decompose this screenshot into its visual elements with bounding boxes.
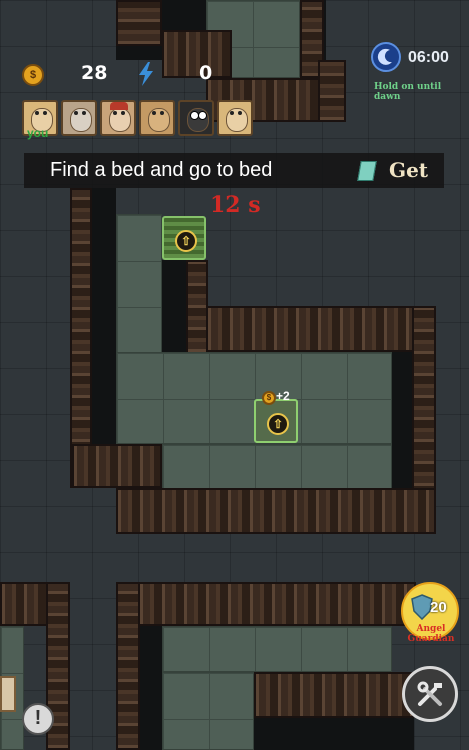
void-area [162,260,188,354]
wall [116,582,140,750]
bed-bonus: +2 [276,389,290,403]
wall [254,672,414,718]
wall [162,30,232,78]
night-timer: 06:00 [408,49,449,66]
coin-icon: $ [262,391,276,405]
coin-count: 28 [81,62,108,84]
player-avatar[interactable] [61,100,97,136]
angel-guardian-label: Angel Guardian [407,624,455,644]
bed-object[interactable] [0,676,16,712]
energy-count: 0 [199,62,213,84]
get-reward-button[interactable]: Get [389,158,428,182]
dollar-coin-icon: $ [22,64,44,86]
player-avatar[interactable] [178,100,214,136]
task-text: Find a bed and go to bed [50,159,273,181]
door-upgrade[interactable]: ⇧ [162,216,206,260]
void-area [90,188,116,448]
wall [116,488,436,534]
floor-area [162,672,254,750]
player-avatar[interactable] [100,100,136,136]
void-area [140,626,162,750]
dawn-hint: Hold on until dawn [374,82,442,102]
alert-icon: ! [34,707,42,729]
player-avatar[interactable] [139,100,175,136]
void-area [254,718,414,750]
tools-icon [417,681,442,706]
floor-area [162,626,392,672]
wall [318,60,346,122]
task-banner[interactable]: Find a bed and go to bed Get [24,153,444,188]
upgrade-arrow-icon: ⇧ [267,413,289,435]
floor-area [116,214,162,354]
wall [186,260,208,354]
task-countdown: 12 s [210,192,261,218]
void-area [392,352,414,490]
wall [206,306,436,352]
wall [116,0,162,46]
floor-area [162,444,392,490]
wall [116,582,416,626]
wall [72,444,162,488]
moon-clock-icon [371,42,401,72]
lightning-icon [139,62,153,86]
self-player-label: you [27,126,49,140]
wall [70,188,92,488]
bed-tile[interactable]: ⇧ [254,399,298,443]
build-button[interactable] [402,666,458,722]
upgrade-arrow-icon: ⇧ [175,230,197,252]
crystal-icon [357,161,377,181]
alert-button[interactable]: ! [22,703,54,735]
guardian-count: 20 [430,599,447,616]
player-avatar[interactable] [217,100,253,136]
